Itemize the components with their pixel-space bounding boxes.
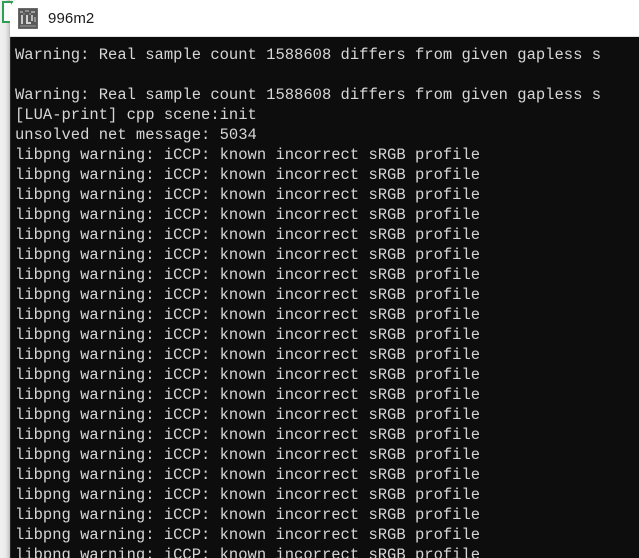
console-lines: Warning: Real sample count 1588608 diffe… — [10, 37, 639, 558]
screen: 996m2 Warning: Real sample count 1588608… — [0, 0, 639, 558]
console-line: libpng warning: iCCP: known incorrect sR… — [15, 466, 481, 484]
console-line: libpng warning: iCCP: known incorrect sR… — [15, 386, 481, 404]
console-line: libpng warning: iCCP: known incorrect sR… — [15, 366, 481, 384]
console-line: libpng warning: iCCP: known incorrect sR… — [15, 326, 481, 344]
console-window: 996m2 Warning: Real sample count 1588608… — [10, 0, 639, 558]
console-line: libpng warning: iCCP: known incorrect sR… — [15, 226, 481, 244]
console-line: Warning: Real sample count 1588608 diffe… — [15, 86, 601, 104]
background-window-strip[interactable] — [0, 0, 10, 558]
window-title: 996m2 — [48, 9, 95, 27]
console-line: libpng warning: iCCP: known incorrect sR… — [15, 526, 481, 544]
console-line: libpng warning: iCCP: known incorrect sR… — [15, 166, 481, 184]
console-output[interactable]: Warning: Real sample count 1588608 diffe… — [10, 37, 639, 558]
console-line: libpng warning: iCCP: known incorrect sR… — [15, 346, 481, 364]
title-bar[interactable]: 996m2 — [10, 0, 639, 37]
console-line: unsolved net message: 5034 — [15, 126, 257, 144]
console-line: libpng warning: iCCP: known incorrect sR… — [15, 286, 481, 304]
console-line: libpng warning: iCCP: known incorrect sR… — [15, 246, 481, 264]
console-line: libpng warning: iCCP: known incorrect sR… — [15, 306, 481, 324]
console-line: libpng warning: iCCP: known incorrect sR… — [15, 546, 481, 558]
console-line: [LUA-print] cpp scene:init — [15, 106, 257, 124]
app-icon — [18, 8, 38, 29]
console-line: libpng warning: iCCP: known incorrect sR… — [15, 206, 481, 224]
console-line: libpng warning: iCCP: known incorrect sR… — [15, 186, 481, 204]
console-line: libpng warning: iCCP: known incorrect sR… — [15, 426, 481, 444]
console-line: libpng warning: iCCP: known incorrect sR… — [15, 266, 481, 284]
console-line: Warning: Real sample count 1588608 diffe… — [15, 46, 601, 64]
console-line: libpng warning: iCCP: known incorrect sR… — [15, 146, 481, 164]
console-line: libpng warning: iCCP: known incorrect sR… — [15, 446, 481, 464]
console-line: libpng warning: iCCP: known incorrect sR… — [15, 506, 481, 524]
console-line: libpng warning: iCCP: known incorrect sR… — [15, 406, 481, 424]
console-line: libpng warning: iCCP: known incorrect sR… — [15, 486, 481, 504]
